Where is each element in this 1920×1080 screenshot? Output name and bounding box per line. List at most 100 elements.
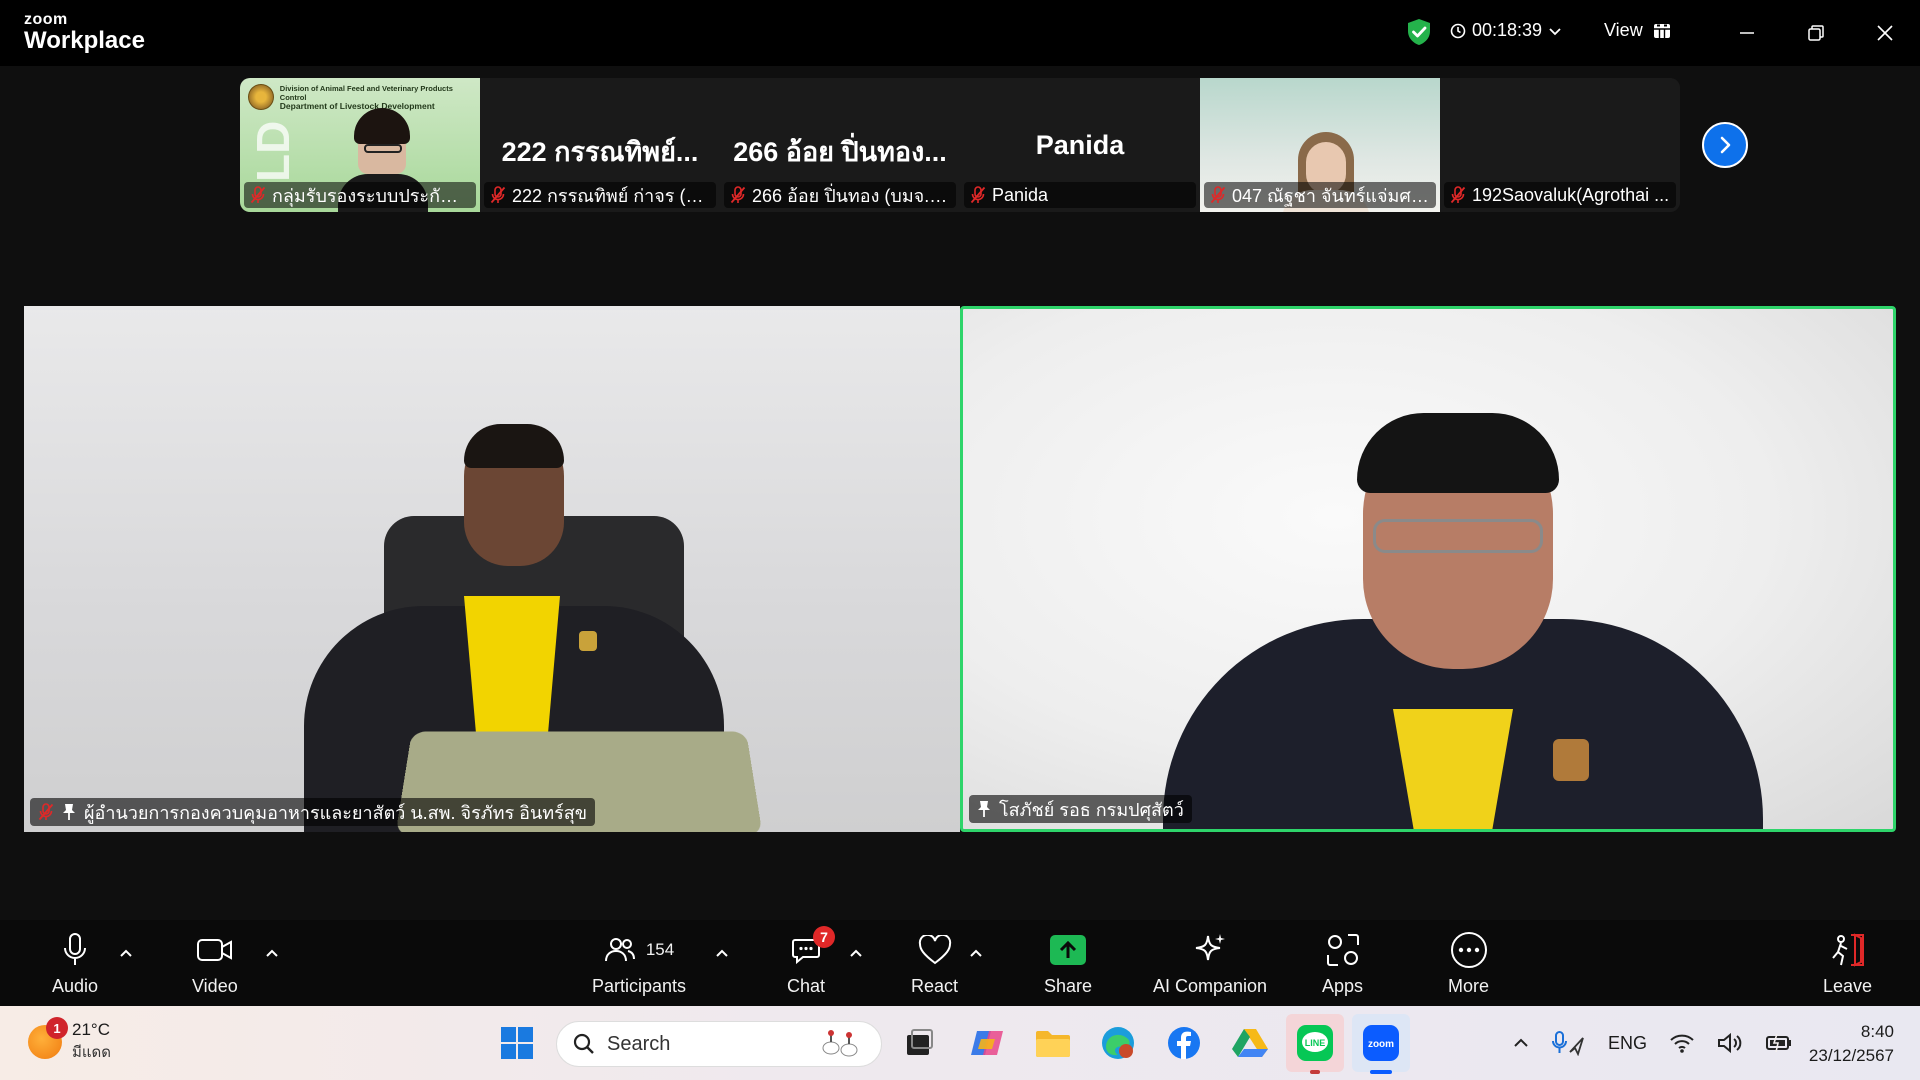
clock-icon — [1450, 23, 1466, 38]
participant-name: 266 อ้อย ปิ่นทอง (บมจ.เจริ... — [752, 185, 950, 206]
participant-name: 192Saovaluk(Agrothai ... — [1472, 184, 1670, 205]
participants-count: 154 — [645, 940, 675, 959]
participant-thumbnail[interactable]: Division of Animal Feed and Veterinary P… — [240, 78, 480, 212]
taskbar-clock[interactable]: 8:40 23/12/2567 — [1809, 1020, 1894, 1068]
audio-options-caret-icon[interactable] — [118, 946, 134, 962]
search-placeholder: Search — [607, 1032, 671, 1055]
react-options-caret-icon[interactable] — [968, 946, 984, 962]
google-drive-icon — [1232, 1029, 1268, 1057]
participant-thumbnail[interactable]: 222 กรรณทิพย์... 222 กรรณทิพย์ ก่าจร (พี… — [480, 78, 720, 212]
copilot-app[interactable] — [964, 1020, 1010, 1066]
volume-icon[interactable] — [1717, 1032, 1743, 1054]
mic-muted-icon — [970, 186, 986, 204]
wifi-icon[interactable] — [1669, 1032, 1695, 1054]
more-button[interactable]: More — [1448, 930, 1489, 997]
weather-widget[interactable]: 1 21°C มีแดด — [28, 1017, 112, 1064]
apps-button[interactable]: Apps — [1322, 930, 1363, 997]
mic-location-icon[interactable] — [1552, 1030, 1586, 1056]
participant-name: 047 ณัฐชา จันทร์แจ่มศรี เ... — [1232, 185, 1430, 206]
google-drive-app[interactable] — [1227, 1020, 1273, 1066]
battery-icon[interactable] — [1765, 1033, 1793, 1053]
react-button[interactable]: React — [911, 930, 958, 997]
zoom-icon: zoom — [1363, 1025, 1399, 1061]
participant-thumbnail[interactable]: 192Saovaluk(Agrothai ... — [1440, 78, 1680, 212]
file-explorer-app[interactable] — [1030, 1020, 1076, 1066]
language-indicator[interactable]: ENG — [1608, 1033, 1647, 1054]
restore-button[interactable] — [1799, 16, 1833, 50]
leave-button[interactable]: Leave — [1823, 930, 1872, 997]
chevron-down-icon — [1549, 27, 1561, 35]
share-button[interactable]: Share — [1044, 930, 1092, 997]
participant-name: โสภัชย์ รอธ กรมปศุสัตว์ — [999, 799, 1184, 820]
watermark-text: LD — [247, 120, 299, 182]
task-view-app[interactable] — [896, 1020, 942, 1066]
participants-options-caret-icon[interactable] — [714, 946, 730, 962]
lapel-pin — [579, 631, 597, 651]
department-logo-icon — [248, 84, 274, 110]
participants-button[interactable]: 154 Participants — [592, 930, 686, 997]
participant-thumbnail[interactable]: Panida Panida — [960, 78, 1200, 212]
svg-text:zoom: zoom — [1368, 1039, 1394, 1050]
participant-name: Panida — [992, 184, 1049, 205]
taskbar-search[interactable]: Search — [556, 1021, 882, 1067]
share-screen-icon — [1050, 935, 1087, 965]
facebook-icon — [1168, 1027, 1200, 1059]
windows-logo-icon — [501, 1027, 533, 1059]
facebook-app[interactable] — [1161, 1020, 1207, 1066]
thumbnail-label: Panida — [964, 182, 1196, 208]
react-label: React — [911, 976, 959, 996]
clock-time: 8:40 — [1860, 1022, 1894, 1041]
video-options-caret-icon[interactable] — [264, 946, 280, 962]
chat-unread-badge: 7 — [813, 926, 836, 948]
encryption-shield-icon[interactable] — [1406, 18, 1432, 46]
video-tile-right-active-speaker[interactable]: โสภัชย์ รอธ กรมปศุสัตว์ — [960, 306, 1896, 832]
participant-thumbnail[interactable]: 266 อ้อย ปิ่นทอง... 266 อ้อย ปิ่นทอง (บม… — [720, 78, 960, 212]
chat-options-caret-icon[interactable] — [848, 946, 864, 962]
start-button[interactable] — [494, 1020, 540, 1066]
weather-condition: มีแดด — [72, 1044, 112, 1061]
weather-temperature: 21°C — [72, 1020, 110, 1039]
sparkle-icon — [1195, 934, 1226, 961]
zoom-app[interactable]: zoom — [1352, 1014, 1410, 1074]
next-page-button[interactable] — [1702, 122, 1748, 168]
participant-thumbnail[interactable]: 047 ณัฐชา จันทร์แจ่มศรี เ... — [1200, 78, 1440, 212]
view-button[interactable]: View — [1604, 20, 1671, 41]
close-icon — [1877, 25, 1893, 41]
chevron-up-icon[interactable] — [1512, 1034, 1530, 1052]
system-tray: ENG — [1512, 1006, 1793, 1080]
chat-button[interactable]: 7 Chat — [787, 926, 836, 997]
minimize-button[interactable] — [1730, 16, 1764, 50]
audio-button[interactable]: Audio — [52, 930, 98, 997]
participant-name: กลุ่มรับรองระบบประกันคุณ... — [272, 185, 470, 206]
chevron-right-icon — [1720, 136, 1731, 154]
close-button[interactable] — [1868, 16, 1902, 50]
mic-muted-icon — [1450, 186, 1466, 204]
apps-icon — [1326, 934, 1359, 966]
ai-companion-button[interactable]: AI Companion — [1153, 930, 1267, 997]
banner-line-1: Division of Animal Feed and Veterinary P… — [279, 84, 453, 102]
edge-browser-app[interactable] — [1095, 1020, 1141, 1066]
video-button[interactable]: Video — [192, 930, 238, 997]
meeting-timer[interactable]: 00:18:39 — [1450, 20, 1562, 41]
app-logo: zoom Workplace — [24, 12, 145, 53]
participant-name: 222 กรรณทิพย์ ก่าจร (พี... — [512, 185, 710, 206]
camera-icon — [196, 939, 232, 961]
view-label: View — [1604, 20, 1643, 40]
timer-text: 00:18:39 — [1472, 20, 1543, 40]
meeting-controls: Audio Video 154 Participants 7 Chat Reac… — [0, 920, 1920, 1006]
microphone-icon — [64, 933, 87, 965]
brand-small: zoom — [24, 11, 68, 28]
participant-display-name: Panida — [1035, 130, 1125, 160]
leave-door-icon — [1831, 933, 1864, 967]
pin-icon — [63, 804, 75, 820]
more-label: More — [1448, 976, 1490, 996]
weather-alert-badge: 1 — [46, 1017, 68, 1039]
mic-muted-icon — [1210, 186, 1226, 204]
line-app[interactable]: LINE — [1286, 1014, 1344, 1074]
video-tile-left[interactable]: ผู้อำนวยการกองควบคุมอาหารและยาสัตว์ น.สพ… — [24, 306, 960, 832]
participant-hair — [354, 108, 410, 144]
chat-label: Chat — [787, 976, 826, 996]
title-bar: zoom Workplace 00:18:39 View — [0, 0, 1920, 66]
sun-icon: 1 — [28, 1017, 68, 1059]
mic-muted-icon — [730, 186, 746, 204]
